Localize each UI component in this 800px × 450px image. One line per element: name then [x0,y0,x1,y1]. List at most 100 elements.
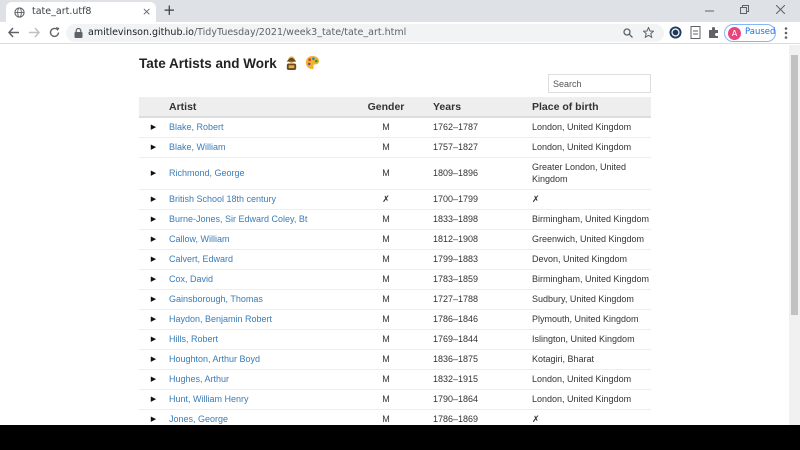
header-artist[interactable]: Artist [168,97,350,118]
table-row[interactable]: ▶ Blake, William M 1757–1827 London, United … [139,137,651,158]
gender-cell: M [350,209,422,230]
artists-table: Artist Gender Years Place of birth ▶ Blak… [139,97,651,425]
artist-link[interactable]: Callow, William [169,234,230,244]
gender-cell: M [350,249,422,270]
close-window-icon[interactable] [776,5,785,14]
artist-emoji-icon [286,56,296,70]
place-cell: Islington, United Kingdom [527,329,651,350]
table-row[interactable]: ▶ Jones, George M 1786–1869 ✗ [139,409,651,425]
years-cell: 1786–1846 [422,309,527,330]
menu-dots-icon[interactable] [784,27,788,39]
globe-icon [14,7,25,18]
url-text[interactable]: amitlevinson.github.io/TidyTuesday/2021/… [88,27,406,38]
years-cell: 1832–1915 [422,369,527,390]
gender-cell: M [350,329,422,350]
table-row[interactable]: ▶ Gainsborough, Thomas M 1727–1788 Sudbury, … [139,289,651,310]
page-scrollbar[interactable] [789,45,800,425]
reload-icon[interactable] [49,27,60,38]
artist-link[interactable]: Calvert, Edward [169,254,233,264]
header-place[interactable]: Place of birth [527,97,651,118]
back-arrow-icon[interactable] [8,27,19,38]
expand-row-icon[interactable]: ▶ [139,229,168,250]
gender-cell: M [350,137,422,158]
table-row[interactable]: ▶ Calvert, Edward M 1799–1883 Devon, United … [139,249,651,270]
place-cell: London, United Kingdom [527,369,651,390]
gender-cell: M [350,269,422,290]
gender-cell: M [350,389,422,410]
place-cell: London, United Kingdom [527,389,651,410]
address-bar[interactable]: amitlevinson.github.io/TidyTuesday/2021/… [66,24,664,42]
artist-link[interactable]: Burne-Jones, Sir Edward Coley, Bt [169,214,307,224]
table-header-row: Artist Gender Years Place of birth [139,97,651,118]
new-tab-button[interactable]: + [163,1,176,19]
artist-link[interactable]: Blake, William [169,142,226,152]
years-cell: 1812–1908 [422,229,527,250]
table-row[interactable]: ▶ Blake, Robert M 1762–1787 London, United K… [139,117,651,138]
artist-link[interactable]: Houghton, Arthur Boyd [169,354,260,364]
minimize-icon[interactable] [705,6,714,15]
header-gender[interactable]: Gender [350,97,422,118]
place-cell: ✗ [527,409,651,425]
expand-row-icon[interactable]: ▶ [139,289,168,310]
expand-row-icon[interactable]: ▶ [139,309,168,330]
star-icon[interactable] [643,27,654,38]
expand-row-icon[interactable]: ▶ [139,189,168,210]
artist-link[interactable]: Cox, David [169,274,213,284]
gender-cell: M [350,229,422,250]
place-cell: London, United Kingdom [527,137,651,158]
artist-link[interactable]: Hunt, William Henry [169,394,249,404]
artist-link[interactable]: Jones, George [169,414,228,424]
artist-link[interactable]: Haydon, Benjamin Robert [169,314,272,324]
artist-link[interactable]: Hughes, Arthur [169,374,229,384]
table-row[interactable]: ▶ Callow, William M 1812–1908 Greenwich, Uni… [139,229,651,250]
zoom-search-icon[interactable] [623,28,633,38]
artist-link[interactable]: Hills, Robert [169,334,218,344]
expand-row-icon[interactable]: ▶ [139,369,168,390]
expand-row-icon[interactable]: ▶ [139,249,168,270]
place-cell: Greater London, United Kingdom [527,157,651,190]
expand-row-icon[interactable]: ▶ [139,329,168,350]
tab-close-button[interactable]: × [142,5,151,18]
expand-row-icon[interactable]: ▶ [139,117,168,138]
extensions-puzzle-icon[interactable] [707,26,720,39]
browser-tab[interactable]: tate_art.utf8 × [6,2,156,22]
expand-row-icon[interactable]: ▶ [139,137,168,158]
profile-button[interactable]: A Paused [724,24,776,42]
table-row[interactable]: ▶ Richmond, George M 1809–1896 Greater Londo… [139,157,651,190]
table-row[interactable]: ▶ Hughes, Arthur M 1832–1915 London, United … [139,369,651,390]
expand-row-icon[interactable]: ▶ [139,157,168,190]
years-cell: 1799–1883 [422,249,527,270]
table-row[interactable]: ▶ Hills, Robert M 1769–1844 Islington, Unite… [139,329,651,350]
place-cell: Birmingham, United Kingdom [527,209,651,230]
expand-row-icon[interactable]: ▶ [139,349,168,370]
years-cell: 1762–1787 [422,117,527,138]
lock-icon[interactable] [74,28,83,38]
restore-icon[interactable] [740,5,749,14]
table-row[interactable]: ▶ Hunt, William Henry M 1790–1864 London, Un… [139,389,651,410]
expand-row-icon[interactable]: ▶ [139,209,168,230]
header-expand [139,97,168,118]
artist-link[interactable]: Gainsborough, Thomas [169,294,263,304]
extension-clock-icon[interactable] [669,26,682,39]
table-row[interactable]: ▶ Houghton, Arthur Boyd M 1836–1875 Kotagiri… [139,349,651,370]
artist-link[interactable]: Blake, Robert [169,122,224,132]
table-row[interactable]: ▶ Haydon, Benjamin Robert M 1786–1846 Plymou… [139,309,651,330]
scrollbar-thumb[interactable] [791,55,798,315]
place-cell: Sudbury, United Kingdom [527,289,651,310]
expand-row-icon[interactable]: ▶ [139,389,168,410]
expand-row-icon[interactable]: ▶ [139,269,168,290]
artist-link[interactable]: British School 18th century [169,194,276,204]
table-row[interactable]: ▶ British School 18th century ✗ 1700–1799 ✗ [139,189,651,210]
header-years[interactable]: Years [422,97,527,118]
years-cell: 1786–1869 [422,409,527,425]
years-cell: 1783–1859 [422,269,527,290]
palette-emoji-icon [306,55,320,70]
forward-arrow-icon[interactable] [29,27,40,38]
artist-link[interactable]: Richmond, George [169,168,245,178]
document-icon[interactable] [689,26,702,39]
search-input[interactable] [548,74,651,93]
avatar: A [728,27,741,40]
table-row[interactable]: ▶ Burne-Jones, Sir Edward Coley, Bt M 1833–… [139,209,651,230]
expand-row-icon[interactable]: ▶ [139,409,168,425]
table-row[interactable]: ▶ Cox, David M 1783–1859 Birmingham, United … [139,269,651,290]
